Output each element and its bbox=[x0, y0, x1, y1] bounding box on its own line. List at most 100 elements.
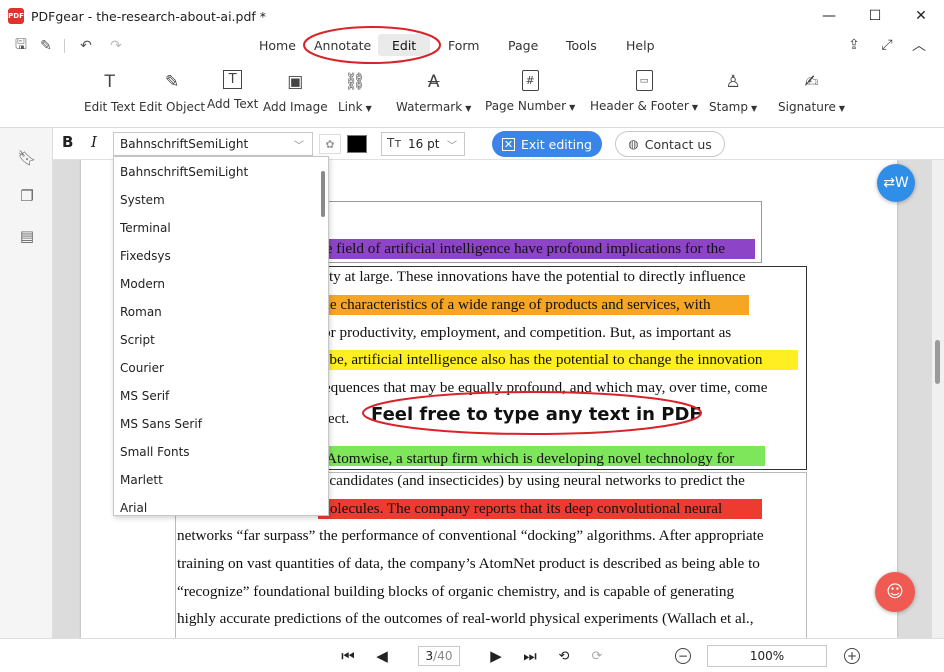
edit-ribbon: T Edit Text ✎ Edit Object T Add Text ▣ A… bbox=[0, 60, 944, 128]
chevron-down-icon: ﹀ bbox=[294, 141, 304, 152]
menu-home[interactable]: Home bbox=[259, 38, 296, 53]
font-option[interactable]: System bbox=[120, 193, 165, 207]
font-family-dropdown: BahnschriftSemiLight System Terminal Fix… bbox=[113, 156, 329, 516]
tool-label: Header & Footer ▼ bbox=[590, 99, 699, 113]
menu-tools[interactable]: Tools bbox=[566, 38, 597, 53]
font-size-icon: Tт bbox=[387, 136, 402, 150]
font-option[interactable]: Marlett bbox=[120, 473, 163, 487]
chevron-down-icon: ▼ bbox=[750, 104, 758, 113]
fullscreen-icon[interactable]: ⤢ bbox=[878, 36, 896, 54]
last-page-icon[interactable]: ⏭ bbox=[520, 647, 540, 665]
inserted-text[interactable]: Feel free to type any text in PDF bbox=[371, 404, 702, 425]
bookmark-icon[interactable]: 🔖︎ bbox=[17, 148, 37, 168]
title-bar: PDF PDFgear - the-research-about-ai.pdf … bbox=[0, 0, 944, 32]
font-family-value: BahnschriftSemiLight bbox=[120, 137, 249, 151]
comments-icon[interactable]: ▤ bbox=[17, 226, 37, 246]
thumbnails-icon[interactable]: ❐ bbox=[17, 186, 37, 206]
maximize-icon[interactable]: ☐ bbox=[852, 0, 898, 32]
next-page-icon[interactable]: ▶ bbox=[486, 647, 506, 665]
color-palette-icon[interactable]: ✿ bbox=[319, 134, 341, 154]
font-option[interactable]: MS Serif bbox=[120, 389, 169, 403]
total-pages: /40 bbox=[433, 649, 453, 663]
doc-line: the characteristics of a wide range of p… bbox=[318, 296, 711, 313]
ai-assistant-icon[interactable]: ☺ bbox=[875, 572, 915, 612]
vertical-scrollbar[interactable] bbox=[932, 160, 944, 638]
redo-icon[interactable]: ↷ bbox=[107, 37, 125, 55]
page-number-icon: # bbox=[521, 70, 539, 91]
tool-label: Stamp ▼ bbox=[709, 100, 758, 114]
first-page-icon[interactable]: ⏮ bbox=[338, 647, 358, 665]
zoom-out-icon[interactable]: − bbox=[675, 648, 691, 664]
menu-help[interactable]: Help bbox=[626, 38, 655, 53]
tool-label: Page Number ▼ bbox=[485, 99, 576, 113]
zoom-in-icon[interactable]: + bbox=[844, 648, 860, 664]
exit-icon: ✕ bbox=[502, 137, 515, 151]
page-number-input[interactable]: 3/40 bbox=[418, 646, 460, 666]
watermark-icon: A bbox=[427, 72, 440, 92]
font-size-value: 16 pt bbox=[408, 137, 440, 151]
tool-label: Watermark ▼ bbox=[396, 100, 472, 114]
italic-button[interactable]: I bbox=[91, 133, 97, 151]
stamp-icon: ♙ bbox=[725, 72, 741, 92]
font-size-select[interactable]: Tт 16 pt ﹀ bbox=[381, 132, 465, 156]
page-navigation-bar: ⏮ ◀ 3/40 ▶ ⏭ ⟲ ⟳ − 100% + bbox=[0, 638, 944, 672]
zoom-level-input[interactable]: 100% bbox=[707, 645, 827, 667]
font-option[interactable]: Fixedsys bbox=[120, 249, 171, 263]
link-icon: ⛓ bbox=[344, 72, 366, 92]
chevron-down-icon: ▼ bbox=[838, 104, 846, 113]
rotate-icon[interactable]: ⟲ bbox=[554, 647, 574, 665]
minimize-icon[interactable]: — bbox=[806, 0, 852, 32]
font-option[interactable]: Small Fonts bbox=[120, 445, 190, 459]
tool-label: Add Text bbox=[207, 97, 259, 111]
contact-us-button[interactable]: ◍ Contact us bbox=[615, 131, 725, 157]
font-option[interactable]: Terminal bbox=[120, 221, 171, 235]
doc-line: o be, artificial intelligence also has t… bbox=[318, 351, 763, 368]
chevron-down-icon: ▼ bbox=[569, 103, 576, 112]
menu-annotate[interactable]: Annotate bbox=[314, 38, 371, 53]
collapse-ribbon-icon[interactable]: ︿ bbox=[910, 36, 928, 54]
edit-object-icon: ✎ bbox=[164, 72, 180, 92]
watermark-button[interactable]: A Watermark ▼ bbox=[396, 70, 471, 114]
header-footer-icon: ▭ bbox=[635, 70, 653, 91]
page-number-button[interactable]: # Page Number ▼ bbox=[485, 70, 575, 113]
chevron-down-icon: ▼ bbox=[691, 103, 699, 112]
save-as-icon[interactable]: ✎ bbox=[37, 37, 55, 55]
signature-button[interactable]: ✍ Signature ▼ bbox=[778, 70, 845, 114]
font-option[interactable]: Arial bbox=[120, 501, 147, 515]
font-option[interactable]: Courier bbox=[120, 361, 164, 375]
chevron-down-icon: ﹀ bbox=[447, 141, 457, 152]
menu-form[interactable]: Form bbox=[448, 38, 480, 53]
scrollbar-thumb[interactable] bbox=[935, 340, 940, 384]
font-option[interactable]: Script bbox=[120, 333, 155, 347]
add-text-button[interactable]: T Add Text bbox=[207, 70, 258, 111]
exit-editing-button[interactable]: ✕ Exit editing bbox=[492, 131, 602, 157]
menu-edit[interactable]: Edit bbox=[392, 38, 416, 53]
edit-text-button[interactable]: T Edit Text bbox=[84, 70, 135, 114]
tool-label: Link ▼ bbox=[338, 100, 372, 114]
tool-label: Add Image bbox=[263, 100, 328, 114]
bold-button[interactable]: B bbox=[62, 133, 73, 151]
menu-page[interactable]: Page bbox=[508, 38, 538, 53]
font-option[interactable]: BahnschriftSemiLight bbox=[120, 165, 248, 179]
add-image-button[interactable]: ▣ Add Image bbox=[263, 70, 328, 114]
font-family-select[interactable]: BahnschriftSemiLight ﹀ bbox=[113, 132, 313, 156]
header-footer-button[interactable]: ▭ Header & Footer ▼ bbox=[590, 70, 698, 113]
edit-object-button[interactable]: ✎ Edit Object bbox=[139, 70, 205, 114]
doc-line: highly accurate predictions of the outco… bbox=[177, 610, 754, 627]
link-button[interactable]: ⛓ Link ▼ bbox=[338, 70, 372, 114]
tool-label: Signature ▼ bbox=[778, 100, 846, 114]
convert-to-word-icon[interactable]: ⇄W bbox=[877, 164, 915, 202]
stamp-button[interactable]: ♙ Stamp ▼ bbox=[709, 70, 757, 114]
dropdown-scrollbar-thumb[interactable] bbox=[321, 171, 325, 217]
text-color-swatch[interactable] bbox=[347, 135, 367, 153]
save-icon[interactable]: 🖫 bbox=[12, 37, 30, 55]
share-icon[interactable]: ⇪ bbox=[845, 36, 863, 54]
doc-line: molecules. The company reports that its … bbox=[318, 500, 723, 517]
rotate-page-icon[interactable]: ⟳ bbox=[587, 647, 607, 665]
previous-page-icon[interactable]: ◀ bbox=[372, 647, 392, 665]
close-icon[interactable]: ✕ bbox=[898, 0, 944, 32]
font-option[interactable]: MS Sans Serif bbox=[120, 417, 202, 431]
font-option[interactable]: Modern bbox=[120, 277, 165, 291]
font-option[interactable]: Roman bbox=[120, 305, 162, 319]
undo-icon[interactable]: ↶ bbox=[77, 37, 95, 55]
